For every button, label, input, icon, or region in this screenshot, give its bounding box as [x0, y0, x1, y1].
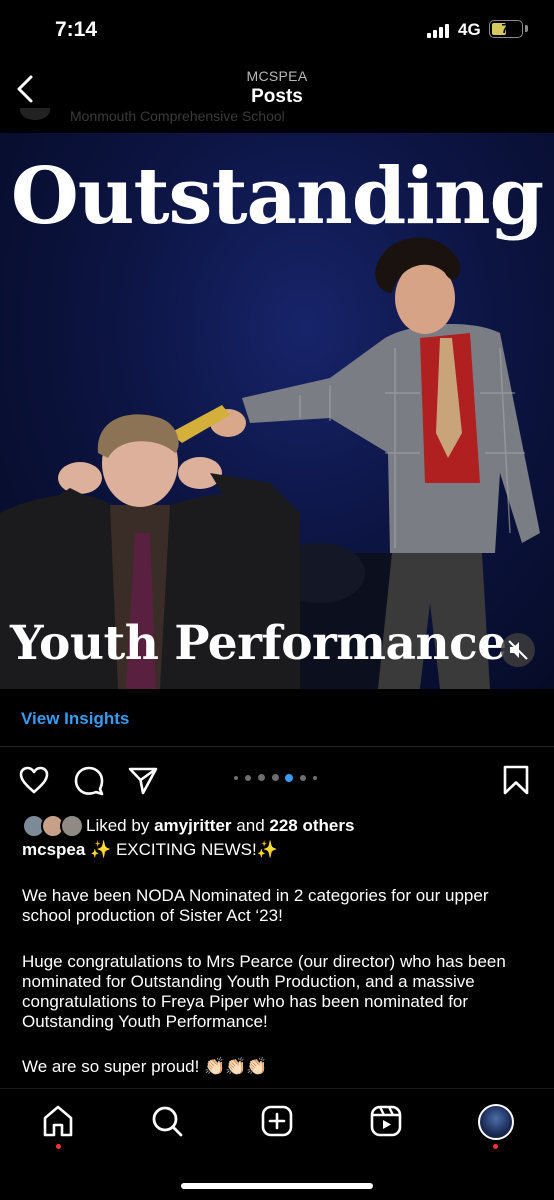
share-icon [128, 767, 158, 795]
mute-button[interactable] [501, 633, 535, 667]
caption-paragraph: We are so super proud! 👏🏻👏🏻👏🏻 [22, 1057, 268, 1076]
network-label: 4G [458, 20, 481, 39]
likes-prefix: Liked by [86, 816, 150, 835]
tab-create[interactable] [259, 1103, 295, 1139]
post-image[interactable]: Outstanding Youth Performance [0, 133, 554, 689]
tab-profile[interactable] [478, 1104, 514, 1140]
page-title: Posts [251, 86, 303, 107]
status-bar: 7:14 4G 7 [0, 0, 554, 60]
likes-row: Liked by amyjritter and 228 others [0, 814, 554, 838]
caption-headline: ✨ EXCITING NEWS!✨ [90, 840, 278, 859]
caption-paragraph: Huge congratulations to Mrs Pearce (our … [22, 952, 506, 1031]
create-icon [261, 1105, 293, 1137]
account-name[interactable]: MCSPEA [0, 68, 554, 84]
search-icon [152, 1106, 183, 1137]
likes-count[interactable]: 228 others [269, 816, 354, 835]
tab-home[interactable] [40, 1103, 76, 1139]
carousel-dot-active [285, 774, 293, 782]
comment-button[interactable] [73, 764, 105, 796]
home-icon [43, 1105, 73, 1137]
battery-level: 7 [501, 21, 509, 36]
tab-search[interactable] [149, 1103, 185, 1139]
save-button[interactable] [500, 764, 532, 796]
mute-icon [508, 640, 528, 660]
notification-dot [56, 1144, 61, 1149]
liker-username[interactable]: amyjritter [154, 816, 231, 835]
battery-cap [525, 25, 528, 32]
heart-icon [19, 766, 49, 794]
caption-paragraph: We have been NODA Nominated in 2 categor… [22, 886, 489, 925]
notification-dot [493, 1144, 498, 1149]
caption-headline-line: mcspea ✨ EXCITING NEWS!✨ [22, 840, 278, 860]
avatar [20, 108, 50, 120]
view-insights-link[interactable]: View Insights [21, 709, 129, 729]
action-bar [0, 760, 554, 800]
insights-row: View Insights [0, 689, 554, 747]
tab-reels[interactable] [368, 1103, 404, 1139]
comment-icon [74, 766, 104, 796]
avatar [60, 814, 84, 838]
overlay-subtitle: Youth Performance [10, 616, 507, 671]
likes-text: Liked by amyjritter and 228 others [86, 816, 354, 836]
status-time: 7:14 [55, 18, 98, 41]
likes-middle: and [236, 816, 265, 835]
share-button[interactable] [127, 764, 159, 796]
overlay-title: Outstanding [10, 151, 544, 242]
bookmark-icon [503, 765, 529, 795]
liker-avatars[interactable] [22, 814, 84, 838]
battery-icon: 7 [489, 20, 523, 38]
reels-icon [370, 1105, 402, 1137]
caption-username[interactable]: mcspea [22, 840, 85, 859]
partial-post-header: Monmouth Comprehensive School [0, 108, 554, 134]
partial-subtitle: Monmouth Comprehensive School [70, 108, 285, 124]
home-indicator [181, 1183, 373, 1189]
like-button[interactable] [18, 764, 50, 796]
signal-icon [427, 24, 453, 38]
